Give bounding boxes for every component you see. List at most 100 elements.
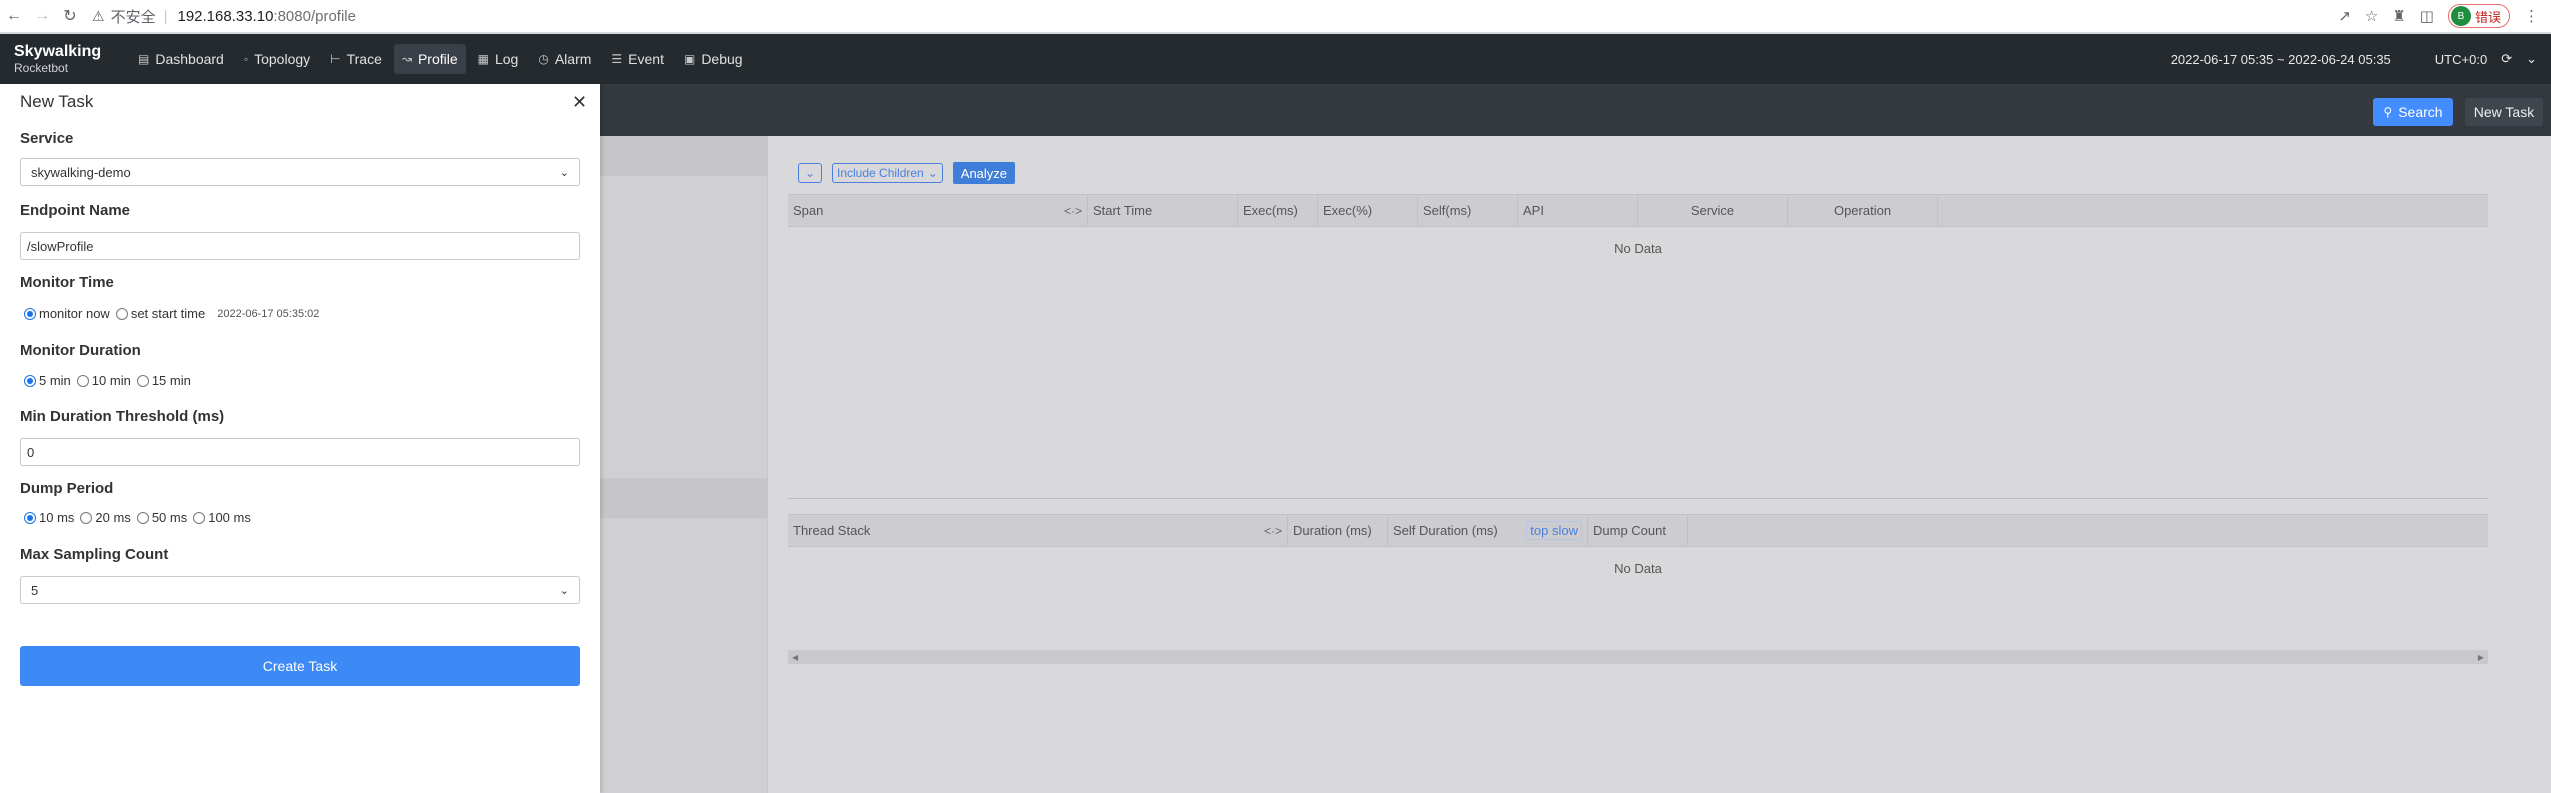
start-time-value[interactable]: 2022-06-17 05:35:02 [217,308,319,320]
nav-dashboard[interactable]: ▤ Dashboard [130,44,232,74]
col-exec-pct: Exec(%) [1318,195,1418,226]
horizontal-scrollbar[interactable]: ◀ ▶ [788,650,2488,664]
radio-label: 10 ms [39,510,75,525]
col-span[interactable]: Span <·> [788,195,1088,226]
service-label: Service [20,130,74,147]
nav-label: Trace [346,51,382,67]
app-top-nav: Skywalking Rocketbot ▤ Dashboard ◦ Topolog… [0,34,2551,84]
col-label: Thread Stack [793,523,871,538]
segment-select[interactable]: ⌄ [798,163,822,183]
radio-dot [136,374,149,387]
radio-5-min[interactable]: 5 min [24,373,71,388]
span-empty-state: No Data [1614,241,1662,256]
col-duration: Duration (ms) [1288,515,1388,546]
share-icon[interactable]: ↗ [2338,7,2351,25]
search-icon: ⚲ [2383,105,2393,119]
nav-alarm[interactable]: ◷ Alarm [530,44,599,74]
radio-100-ms[interactable]: 100 ms [193,510,251,525]
top-slow-toggle[interactable]: top slow [1526,521,1582,540]
new-task-button[interactable]: New Task [2465,98,2543,126]
radio-dot [80,511,93,524]
address-bar[interactable]: ⚠ 不安全 | 192.168.33.10:8080/profile [92,2,2338,30]
browser-profile-button[interactable]: B 错误 [2447,4,2510,28]
trace-icon: ⊢ [330,52,341,66]
radio-label: 10 min [91,373,131,388]
thread-table-header: Thread Stack <·> Duration (ms) Self Durat… [788,514,2488,547]
max-sampling-label: Max Sampling Count [20,546,169,563]
col-label: Self Duration (ms) [1393,523,1498,538]
app-logo[interactable]: Skywalking Rocketbot [0,44,130,75]
col-self-ms: Self(ms) [1418,195,1518,226]
alarm-icon: ◷ [538,52,549,66]
back-arrow-icon[interactable]: ← [0,2,28,30]
radio-10-ms[interactable]: 10 ms [24,510,74,525]
thread-stack-table: Thread Stack <·> Duration (ms) Self Durat… [788,514,2488,576]
search-button-label: Search [2398,104,2443,120]
task-list-header [600,136,768,176]
chevron-down-icon: ⌄ [804,166,816,180]
reload-icon[interactable]: ↻ [56,2,84,30]
browser-menu-icon[interactable]: ⋮ [2524,7,2539,25]
radio-label: 20 ms [95,510,131,525]
service-value: skywalking-demo [31,164,131,180]
radio-15-min[interactable]: 15 min [136,373,191,388]
resize-arrows-icon[interactable]: <·> [1264,524,1282,538]
radio-10-min[interactable]: 10 min [76,373,131,388]
col-thread-stack[interactable]: Thread Stack <·> [788,515,1288,546]
radio-monitor-now[interactable]: monitor now [24,306,110,321]
radio-20-ms[interactable]: 20 ms [80,510,131,525]
radio-label: 5 min [39,373,71,388]
min-threshold-value: 0 [27,444,35,460]
col-label: Service [1690,203,1735,218]
side-panel-icon[interactable]: ◫ [2420,7,2434,25]
analyze-button[interactable]: Analyze [952,162,1016,184]
chevron-down-icon: ⌄ [559,166,569,179]
col-label: Exec(%) [1323,203,1373,218]
close-icon[interactable]: ✕ [572,92,587,113]
scroll-right-icon[interactable]: ▶ [2478,653,2484,662]
time-range-picker[interactable]: 2022-06-17 05:35 ~ 2022-06-24 05:35 [2171,52,2391,67]
forward-arrow-icon[interactable]: → [28,2,56,30]
min-threshold-input[interactable]: 0 [20,438,580,466]
endpoint-input[interactable]: /slowProfile [20,232,580,260]
col-operation: Operation [1788,195,1938,226]
nav-topology[interactable]: ◦ Topology [236,44,318,74]
dump-period-label: Dump Period [20,480,114,497]
warning-icon: ⚠ [92,7,105,24]
nav-log[interactable]: ▦ Log [470,44,527,74]
service-select[interactable]: skywalking-demo ⌄ [20,158,580,186]
radio-label: 100 ms [208,510,251,525]
topology-icon: ◦ [243,52,249,66]
nav-debug[interactable]: ▣ Debug [676,44,751,74]
chevron-down-icon[interactable]: ⌄ [2526,51,2537,67]
resize-arrows-icon[interactable]: <·> [1064,204,1082,218]
timezone-label[interactable]: UTC+0:0 [2435,52,2487,67]
col-label: Duration (ms) [1293,523,1372,538]
nav-profile[interactable]: ↝ Profile [393,44,466,74]
search-button[interactable]: ⚲ Search [2373,98,2453,126]
include-children-select[interactable]: Include Children ⌄ [832,163,943,183]
col-api: API [1518,195,1638,226]
nav-event[interactable]: ☰ Event [603,44,672,74]
refresh-icon[interactable]: ⟳ [2501,51,2512,67]
include-children-label: Include Children [837,166,924,180]
chevron-down-icon: ⌄ [559,584,569,597]
scroll-left-icon[interactable]: ◀ [792,653,798,662]
create-task-button[interactable]: Create Task [20,646,580,686]
bookmark-star-icon[interactable]: ☆ [2365,7,2378,25]
radio-set-start-time[interactable]: set start time [115,306,205,321]
col-exec-ms: Exec(ms) [1238,195,1318,226]
logo-subtitle: Rocketbot [14,61,69,75]
nav-label: Dashboard [155,51,224,67]
profile-icon: ↝ [401,52,412,66]
nav-trace[interactable]: ⊢ Trace [322,44,390,74]
radio-50-ms[interactable]: 50 ms [136,510,187,525]
extensions-icon[interactable]: ♜ [2392,7,2405,25]
new-task-drawer: New Task ✕ Service skywalking-demo ⌄ Endp… [0,84,600,793]
endpoint-label: Endpoint Name [20,202,131,219]
radio-dot [193,511,206,524]
profile-status-label: 错误 [2474,9,2501,25]
max-sampling-select[interactable]: 5 ⌄ [20,576,580,604]
url-host: 192.168.33.10 [177,7,274,25]
radio-label: monitor now [39,306,110,321]
